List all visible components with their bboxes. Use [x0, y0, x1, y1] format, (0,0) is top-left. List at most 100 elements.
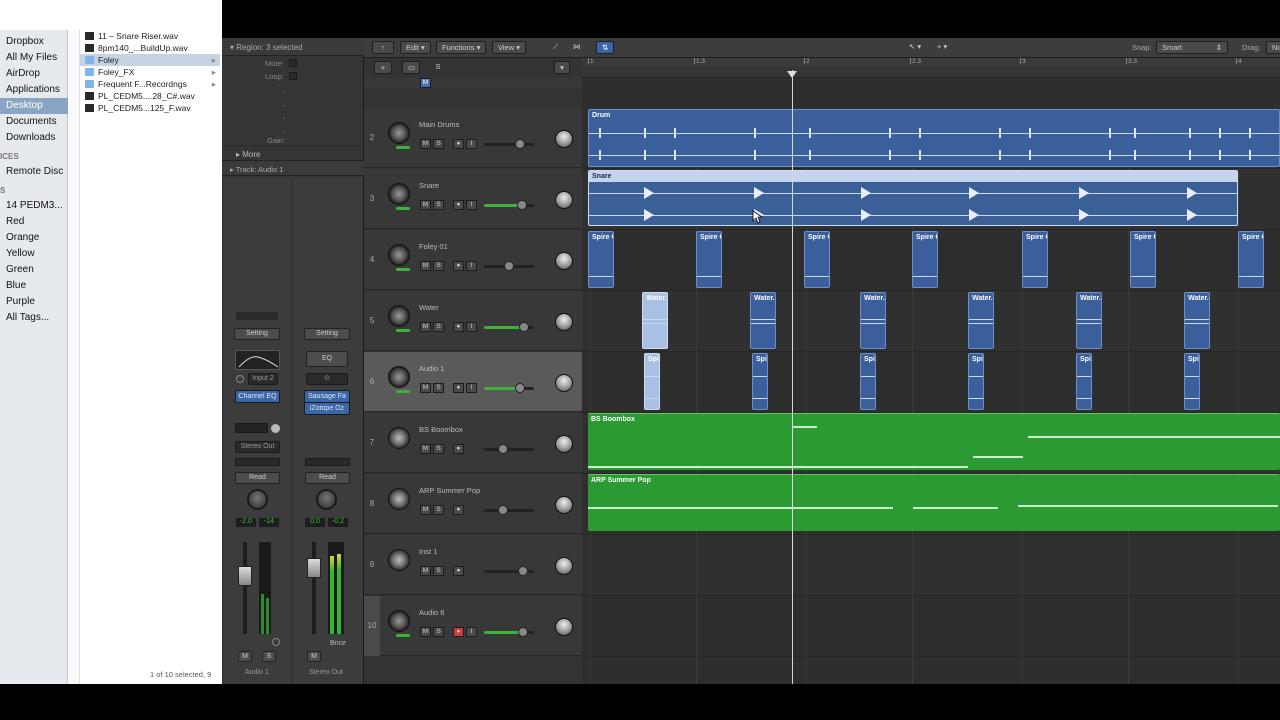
- mute-button[interactable]: M: [420, 505, 431, 515]
- file-row[interactable]: PL_CEDM5...125_F.wav: [80, 102, 220, 114]
- region-water[interactable]: Water.: [968, 292, 994, 349]
- region-water[interactable]: Water.: [1184, 292, 1210, 349]
- pan-knob[interactable]: [555, 191, 573, 209]
- setting-button-2[interactable]: Setting: [304, 328, 350, 340]
- region-water[interactable]: Water.: [860, 292, 886, 349]
- fader-2[interactable]: [307, 558, 321, 578]
- solo-button[interactable]: S: [433, 627, 444, 637]
- snap-select[interactable]: Smart ⇕: [1156, 41, 1228, 54]
- record-enable-button[interactable]: ●: [453, 505, 464, 515]
- sidebar-item-desktop[interactable]: Desktop: [0, 98, 68, 114]
- pan-knob-2[interactable]: [316, 489, 337, 510]
- mute-button[interactable]: M: [420, 566, 431, 576]
- region-spire-short[interactable]: Spir: [1076, 353, 1092, 410]
- volume-slider[interactable]: [484, 505, 534, 515]
- link-icon[interactable]: ⊙: [306, 373, 348, 385]
- functions-menu[interactable]: Functions ▾: [436, 41, 487, 54]
- marquee-tool-icon[interactable]: + ▾: [932, 41, 952, 54]
- pan-knob[interactable]: [555, 435, 573, 453]
- cycle-area[interactable]: [582, 67, 1280, 77]
- track-name[interactable]: Inst 1: [419, 547, 437, 556]
- sidebar-item-purple[interactable]: Purple: [0, 294, 68, 310]
- record-enable-button[interactable]: ●: [453, 261, 464, 271]
- solo-button[interactable]: S: [433, 322, 444, 332]
- playhead[interactable]: [792, 70, 793, 684]
- eq-thumbnail[interactable]: [235, 350, 280, 370]
- group-slot-2[interactable]: [305, 458, 350, 466]
- volume-slider-thumb[interactable]: [498, 505, 508, 515]
- region-snare[interactable]: Snare: [588, 170, 1238, 226]
- flex-icon[interactable]: ⇅: [596, 41, 615, 54]
- sidebar-item-green[interactable]: Green: [0, 262, 68, 278]
- region-water[interactable]: Water.: [1076, 292, 1102, 349]
- sidebar-item-orange[interactable]: Orange: [0, 230, 68, 246]
- group-slot-1[interactable]: [235, 458, 280, 466]
- sidebar-item-airdrop[interactable]: AirDrop: [0, 66, 68, 82]
- volume-slider[interactable]: [484, 322, 534, 332]
- strip1-mute-button[interactable]: M: [238, 651, 252, 662]
- mute-button[interactable]: M: [420, 139, 431, 149]
- track-inspector-header[interactable]: ▸ Track: Audio 1: [222, 160, 364, 176]
- record-enable-button[interactable]: ●: [453, 444, 464, 454]
- region-bs-boombox[interactable]: BS Boombox: [588, 413, 1280, 470]
- sidebar-item-all-tags-[interactable]: All Tags...: [0, 310, 68, 326]
- input-monitor-button[interactable]: I: [466, 139, 477, 149]
- file-row[interactable]: Frequent F...Recordngs ▸: [80, 78, 220, 90]
- input-monitor-icon[interactable]: [236, 375, 244, 383]
- region-spire-short[interactable]: Spir: [1184, 353, 1200, 410]
- region-spire-short[interactable]: Spir: [968, 353, 984, 410]
- volume-slider[interactable]: [484, 444, 534, 454]
- send-slot[interactable]: [235, 423, 268, 433]
- link-mode-icon[interactable]: ⋈: [568, 41, 586, 54]
- track-name[interactable]: Audio 1: [419, 364, 444, 373]
- catch-icon[interactable]: ⟋: [548, 41, 563, 54]
- solo-button[interactable]: S: [433, 261, 444, 271]
- track-name[interactable]: Snare: [419, 181, 439, 190]
- track-header-water[interactable]: 5 Water M S ● I: [364, 291, 582, 351]
- track-header-foley-01[interactable]: 4 Foley 01 M S ● I: [364, 230, 582, 290]
- mute-button[interactable]: M: [420, 627, 431, 637]
- solo-button[interactable]: S: [433, 139, 444, 149]
- volume-slider-thumb[interactable]: [498, 444, 508, 454]
- solo-button[interactable]: S: [433, 566, 444, 576]
- view-menu[interactable]: View ▾: [492, 41, 526, 54]
- region-spire-c[interactable]: Spire C: [696, 231, 722, 288]
- file-row[interactable]: 8pm140_...BuildUp.wav: [80, 42, 220, 54]
- pan-knob[interactable]: [555, 618, 573, 636]
- channel-eq-slot[interactable]: Channel EQ: [235, 390, 280, 403]
- track-header-audio-1[interactable]: 6 Audio 1 M S ● I: [364, 352, 582, 412]
- track-header-main-drums[interactable]: 2 Main Drums M S ● I: [364, 108, 582, 168]
- global-solo-button[interactable]: S: [430, 61, 446, 74]
- record-enable-button[interactable]: ●: [453, 139, 464, 149]
- fader-1[interactable]: [238, 566, 252, 586]
- automation-read-2[interactable]: Read: [305, 472, 350, 484]
- track-header-audio-6[interactable]: 10 Audio 6 M S ● I: [364, 596, 582, 656]
- input-slot[interactable]: Input 2: [248, 373, 278, 385]
- send-knob[interactable]: [271, 424, 280, 433]
- file-row[interactable]: Foley_FX ▸: [80, 66, 220, 78]
- sidebar-item-14-pedm3-[interactable]: 14 PEDM3...: [0, 198, 68, 214]
- sidebar-item-remote-disc[interactable]: Remote Disc: [0, 164, 68, 180]
- file-row[interactable]: 11 – Snare Riser.wav: [80, 30, 220, 42]
- more-disclosure[interactable]: ▸ More: [224, 145, 363, 161]
- track-name[interactable]: Audio 6: [419, 608, 444, 617]
- region-spire-short[interactable]: Spir: [644, 353, 660, 410]
- file-row[interactable]: Foley ▸: [80, 54, 220, 66]
- folder-icon[interactable]: ▭: [402, 61, 420, 74]
- input-monitor-button[interactable]: I: [466, 261, 477, 271]
- bar-ruler[interactable]: 1 1.3 2 2.3 3 3.3 4: [582, 58, 1280, 78]
- region-arp-summer-pop[interactable]: ARP Summer Pop: [588, 474, 1280, 531]
- pan-knob-1[interactable]: [247, 489, 268, 510]
- track-name[interactable]: ARP Summer Pop: [419, 486, 480, 495]
- solo-button[interactable]: S: [433, 444, 444, 454]
- plugin-slot-izotope[interactable]: iZotope Oz: [304, 402, 350, 415]
- volume-slider[interactable]: [484, 566, 534, 576]
- input-monitor-button[interactable]: I: [466, 383, 477, 393]
- volume-slider[interactable]: [484, 139, 534, 149]
- volume-slider-thumb[interactable]: [518, 566, 528, 576]
- pointer-tool-icon[interactable]: ↖ ▾: [904, 41, 926, 54]
- volume-slider[interactable]: [484, 383, 534, 393]
- record-enable-button[interactable]: ●: [453, 200, 464, 210]
- volume-slider[interactable]: [484, 261, 534, 271]
- solo-button[interactable]: S: [433, 200, 444, 210]
